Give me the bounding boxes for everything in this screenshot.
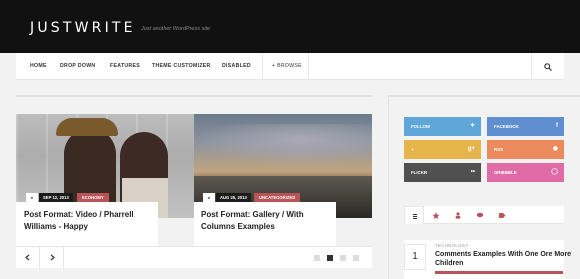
- rss-icon: ◉: [552, 146, 558, 152]
- list-icon: [413, 214, 417, 219]
- chevron-left-icon: [25, 254, 30, 261]
- social-label: FLICKR: [411, 170, 428, 175]
- video-icon: ■: [26, 193, 38, 202]
- social-label: +: [411, 147, 414, 152]
- slider-dot[interactable]: [353, 255, 359, 261]
- search-button[interactable]: [531, 53, 564, 80]
- social-dribbble-button[interactable]: DRIBBBLE ◯: [487, 163, 564, 182]
- flickr-icon: ••: [470, 169, 475, 175]
- sidebar-top-border: [388, 95, 580, 97]
- nav-item-drop-down[interactable]: DROP DOWN: [60, 53, 95, 80]
- sidebar-divider: [388, 97, 389, 279]
- clouds-shape: [194, 124, 372, 164]
- tab-featured[interactable]: [426, 206, 446, 224]
- post-title[interactable]: Post Format: Gallery / With Columns Exam…: [201, 209, 331, 233]
- post-date: SEP 12, 2013: [39, 193, 73, 202]
- user-icon: [455, 212, 461, 219]
- tab-users[interactable]: [448, 206, 468, 224]
- site-tagline: Just another WordPress site: [141, 26, 211, 32]
- slider-dot-active[interactable]: [327, 255, 333, 261]
- nav-divider: [308, 53, 309, 80]
- facebook-icon: f: [556, 123, 558, 129]
- post-rank-number: 1: [404, 244, 426, 270]
- slider-prev-button[interactable]: [16, 247, 40, 268]
- social-label: FOLLOW: [411, 124, 431, 129]
- popular-post-category[interactable]: TECHNOLOGY: [435, 243, 469, 248]
- nav-item-disabled[interactable]: DISABLED: [222, 53, 251, 80]
- site-logo[interactable]: JUSTWRITE: [30, 20, 136, 36]
- main-navigation: HOME DROP DOWN FEATURES THEME CUSTOMIZER…: [16, 53, 564, 80]
- site-header: JUSTWRITE Just another WordPress site: [0, 0, 580, 53]
- nav-item-home[interactable]: HOME: [30, 53, 47, 80]
- popular-post-accent-bar: [435, 271, 563, 274]
- social-flickr-button[interactable]: FLICKR ••: [404, 163, 481, 182]
- post-title[interactable]: Post Format: Video / Pharrell Williams -…: [24, 209, 154, 233]
- star-icon: [432, 212, 440, 219]
- chevron-right-icon: [50, 254, 55, 261]
- tags-icon: [499, 213, 506, 218]
- social-google-plus-button[interactable]: + g+: [404, 140, 481, 159]
- comments-icon: [476, 212, 484, 218]
- tab-tags[interactable]: [492, 206, 512, 224]
- post-category-tag[interactable]: UNCATEGORIZED: [254, 193, 301, 202]
- tab-list[interactable]: [404, 206, 424, 224]
- slider-controls: [16, 246, 372, 268]
- dribbble-icon: ◯: [551, 169, 558, 175]
- social-label: FACEBOOK: [494, 124, 519, 129]
- slider-dot[interactable]: [340, 255, 346, 261]
- post-category-tag[interactable]: ECONOMY: [77, 193, 109, 202]
- sidebar-tabs: [404, 206, 564, 224]
- search-icon: [544, 63, 552, 71]
- hat-shape: [56, 118, 118, 136]
- nav-item-theme-customizer[interactable]: THEME CUSTOMIZER: [152, 53, 211, 80]
- tab-comments[interactable]: [470, 206, 490, 224]
- social-rss-button[interactable]: RSS ◉: [487, 140, 564, 159]
- social-facebook-button[interactable]: FACEBOOK f: [487, 117, 564, 136]
- slider-dot[interactable]: [314, 255, 320, 261]
- social-label: RSS: [494, 147, 504, 152]
- twitter-icon: ✦: [469, 123, 475, 129]
- nav-browse-button[interactable]: + BROWSE: [272, 53, 302, 80]
- post-date: AUG 25, 2013: [216, 193, 251, 202]
- content-top-border: [16, 95, 372, 97]
- popular-post-title[interactable]: Comments Examples With One Ore More Chil…: [435, 250, 580, 268]
- google-plus-icon: g+: [467, 146, 475, 152]
- slider-next-button[interactable]: [40, 247, 64, 268]
- social-follow-button[interactable]: FOLLOW ✦: [404, 117, 481, 136]
- nav-item-features[interactable]: FEATURES: [110, 53, 140, 80]
- social-label: DRIBBBLE: [494, 170, 517, 175]
- gallery-icon: ■: [203, 193, 215, 202]
- nav-divider: [262, 53, 263, 80]
